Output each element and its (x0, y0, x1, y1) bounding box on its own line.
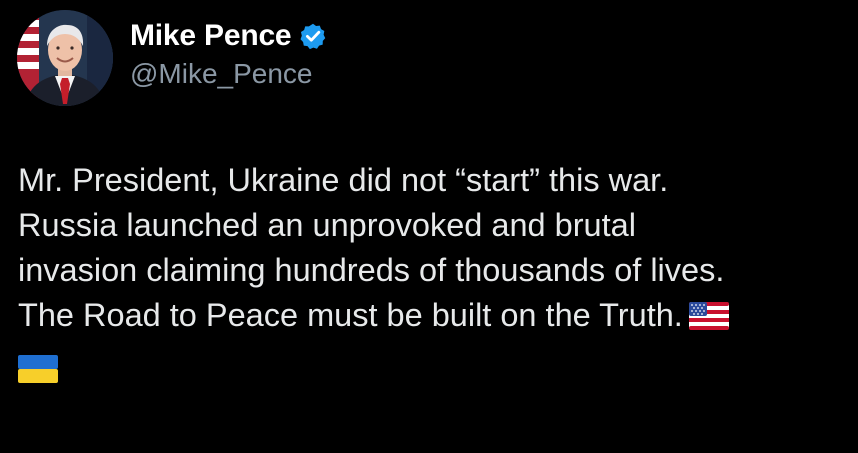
verified-badge-icon (299, 22, 327, 50)
author-handle[interactable]: @Mike_Pence (130, 58, 313, 90)
tweet-text: Mr. President, Ukraine did not “start” t… (18, 158, 848, 387)
avatar[interactable] (17, 10, 113, 106)
avatar-portrait-icon (17, 10, 113, 106)
ukraine-flag-emoji-icon (18, 350, 58, 395)
tweet-text-line: The Road to Peace must be built on the T… (18, 297, 683, 333)
us-flag-emoji-icon (688, 297, 729, 342)
flag-line (18, 342, 848, 387)
author-name-row: Mike Pence (130, 16, 327, 56)
tweet-text-line: Mr. President, Ukraine did not “start” t… (18, 162, 669, 198)
tweet-text-line: Russia launched an unprovoked and brutal (18, 207, 636, 243)
tweet-text-line: invasion claiming hundreds of thousands … (18, 252, 725, 288)
tweet-card: Mike Pence @Mike_Pence Mr. President, Uk… (0, 0, 858, 453)
tweet-text-line-with-flag: The Road to Peace must be built on the T… (18, 293, 848, 342)
display-name[interactable]: Mike Pence (130, 19, 292, 53)
